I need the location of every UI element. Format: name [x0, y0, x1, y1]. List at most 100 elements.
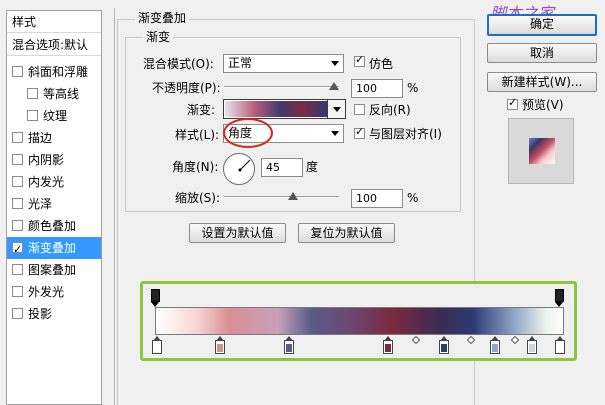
style-item-label: 内发光 — [28, 175, 65, 189]
style-item-label: 外发光 — [28, 285, 65, 299]
style-item-label: 颜色叠加 — [28, 219, 77, 233]
gradient-overlay-checkbox[interactable] — [12, 239, 23, 259]
style-item-drop-shadow[interactable]: 投影 — [7, 303, 101, 325]
color-stop-swatch — [385, 344, 391, 352]
angle-unit: 度 — [306, 160, 319, 174]
color-stop[interactable] — [555, 336, 565, 354]
color-stop-swatch — [529, 344, 535, 352]
align-with-layer-label: 与图层对齐(I) — [369, 127, 442, 141]
opacity-stop-left[interactable] — [151, 289, 160, 307]
style-item-inner-shadow[interactable]: 内阴影 — [7, 149, 101, 171]
style-item-stroke[interactable]: 描边 — [7, 127, 101, 149]
style-label: 样式(L): — [175, 128, 220, 142]
panel-divider — [114, 8, 115, 405]
style-item-label: 渐变叠加 — [28, 241, 77, 255]
blend-mode-label: 混合模式(O): — [143, 57, 214, 71]
outer-glow-checkbox[interactable] — [12, 286, 23, 297]
chevron-down-icon — [331, 61, 339, 66]
scale-unit: % — [407, 191, 419, 205]
styles-header[interactable]: 样式 — [7, 11, 101, 33]
style-item-contour[interactable]: 等高线 — [7, 83, 101, 105]
color-stop-swatch — [154, 344, 160, 352]
angle-label: 角度(N): — [172, 160, 219, 174]
make-default-button[interactable]: 设置为默认值 — [189, 223, 286, 243]
reverse-label: 反向(R) — [369, 103, 411, 117]
contour-checkbox[interactable] — [27, 88, 38, 99]
color-stop[interactable] — [383, 336, 393, 354]
style-item-texture[interactable]: 纹理 — [7, 105, 101, 127]
texture-checkbox[interactable] — [27, 110, 38, 121]
color-stop[interactable] — [490, 336, 500, 354]
opacity-stop-right[interactable] — [555, 289, 564, 307]
style-item-outer-glow[interactable]: 外发光 — [7, 281, 101, 303]
drop-shadow-checkbox[interactable] — [12, 308, 23, 319]
chevron-down-icon — [331, 131, 339, 136]
style-item-label: 投影 — [28, 307, 53, 321]
ok-button[interactable]: 确定 — [487, 14, 597, 36]
scale-slider-thumb[interactable] — [288, 192, 298, 200]
blend-mode-select[interactable]: 正常 — [223, 54, 344, 73]
angle-input[interactable]: 45 — [261, 158, 303, 177]
style-item-pattern-overlay[interactable]: 图案叠加 — [7, 259, 101, 281]
opacity-slider-thumb[interactable] — [329, 82, 339, 90]
reset-default-button[interactable]: 复位为默认值 — [298, 223, 395, 243]
gradient-dropdown-button[interactable] — [327, 100, 345, 118]
style-preview — [508, 118, 574, 184]
color-stop[interactable] — [527, 336, 537, 354]
style-item-bevel-emboss[interactable]: 斜面和浮雕 — [7, 61, 101, 83]
cancel-button[interactable]: 取消 — [487, 43, 597, 63]
gradient-bar[interactable] — [155, 307, 564, 335]
color-stop-swatch — [492, 344, 498, 352]
scale-slider-track[interactable] — [224, 196, 339, 198]
style-item-label: 内阴影 — [28, 153, 65, 167]
color-stop-swatch — [557, 344, 563, 352]
color-stop-selected[interactable] — [439, 336, 449, 354]
color-stop[interactable] — [284, 336, 294, 354]
preview-checkbox[interactable] — [507, 96, 518, 110]
dither-checkbox[interactable] — [354, 53, 365, 67]
preview-swatch — [529, 138, 555, 164]
style-item-label: 纹理 — [43, 109, 68, 123]
highlight-ellipse — [223, 118, 273, 148]
style-item-color-overlay[interactable]: 颜色叠加 — [7, 215, 101, 237]
align-with-layer-checkbox[interactable] — [354, 125, 365, 139]
chevron-down-icon — [333, 107, 341, 112]
blending-options-label: 混合选项:默认 — [12, 38, 89, 52]
inner-shadow-checkbox[interactable] — [12, 154, 23, 165]
styles-header-label: 样式 — [12, 15, 37, 29]
scale-label: 缩放(S): — [175, 191, 221, 205]
gradient-label: 渐变: — [187, 103, 216, 117]
style-item-satin[interactable]: 光泽 — [7, 193, 101, 215]
pattern-overlay-checkbox[interactable] — [12, 264, 23, 275]
style-item-label: 等高线 — [43, 87, 80, 101]
style-item-gradient-overlay[interactable]: 渐变叠加 — [7, 237, 101, 259]
style-item-inner-glow[interactable]: 内发光 — [7, 171, 101, 193]
color-overlay-checkbox[interactable] — [12, 220, 23, 231]
opacity-input[interactable]: 100 — [351, 79, 403, 98]
angle-dial[interactable] — [223, 153, 255, 185]
reverse-checkbox[interactable] — [354, 104, 365, 115]
stroke-checkbox[interactable] — [12, 132, 23, 143]
color-stop-swatch — [286, 344, 292, 352]
scale-input[interactable]: 100 — [351, 189, 403, 208]
satin-checkbox[interactable] — [12, 198, 23, 209]
color-stop-swatch — [441, 344, 447, 352]
styles-list: 样式 混合选项:默认 斜面和浮雕 等高线 纹理 描边 内阴影 内发光 光泽 颜色… — [6, 10, 102, 405]
inner-glow-checkbox[interactable] — [12, 176, 23, 187]
new-style-button[interactable]: 新建样式(W)... — [487, 72, 597, 92]
opacity-label: 不透明度(P): — [152, 81, 221, 95]
dither-label: 仿色 — [369, 57, 394, 71]
color-stop-swatch — [217, 344, 223, 352]
section-title: 渐变叠加 — [135, 11, 190, 25]
gradient-picker[interactable] — [223, 99, 346, 119]
style-item-label: 斜面和浮雕 — [28, 65, 89, 79]
blending-options-item[interactable]: 混合选项:默认 — [7, 34, 101, 56]
style-item-label: 图案叠加 — [28, 263, 77, 277]
opacity-slider-track[interactable] — [224, 86, 339, 88]
style-item-label: 光泽 — [28, 197, 53, 211]
color-stop[interactable] — [215, 336, 225, 354]
bevel-emboss-checkbox[interactable] — [12, 66, 23, 77]
opacity-unit: % — [407, 81, 419, 95]
gradient-preview-swatch — [225, 101, 327, 117]
color-stop[interactable] — [152, 336, 162, 354]
